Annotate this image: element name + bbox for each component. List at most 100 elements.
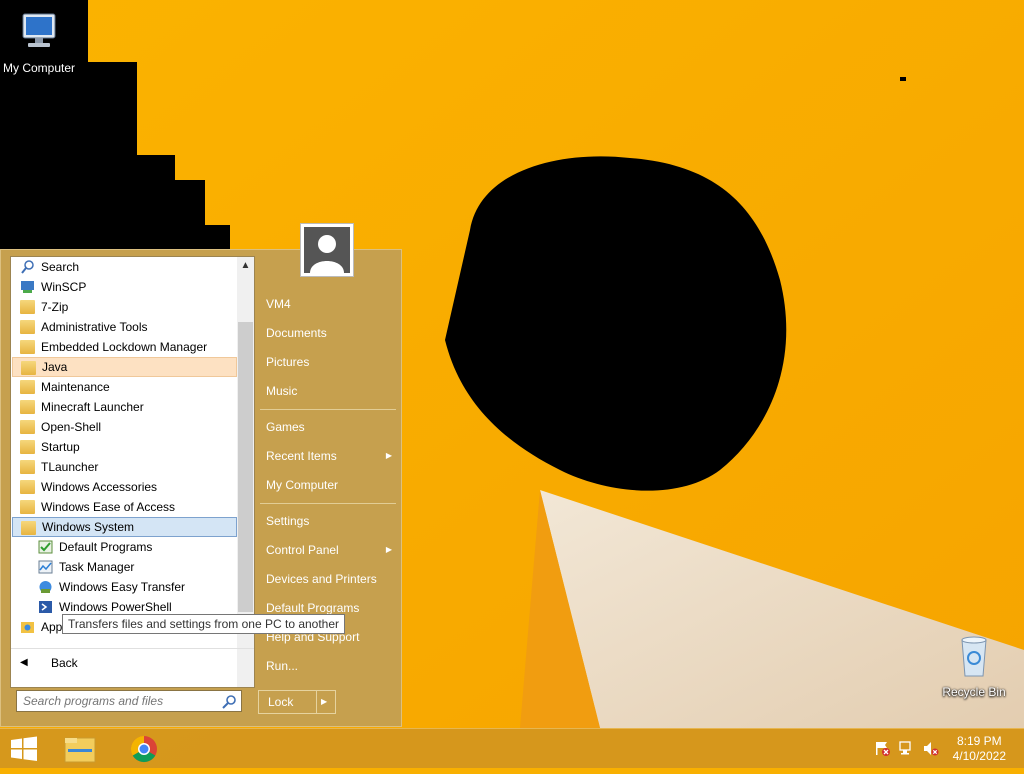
program-item-embedded-lockdown-manager[interactable]: Embedded Lockdown Manager [12,337,237,357]
action-center-flag-icon[interactable] [874,740,891,757]
search-programs-input[interactable] [16,690,242,712]
right-pane-label: Settings [266,514,310,528]
program-item-windows-ease-of-access[interactable]: Windows Ease of Access [12,497,237,517]
folder-icon [20,480,35,494]
my-computer-desktop-icon[interactable]: My Computer [0,8,82,75]
right-pane-my-computer[interactable]: My Computer [258,472,398,498]
tooltip: Transfers files and settings from one PC… [62,614,346,634]
program-item-windows-accessories[interactable]: Windows Accessories [12,477,237,497]
program-item-tlauncher[interactable]: TLauncher [12,457,237,477]
program-item-windows-system[interactable]: Windows System [12,517,237,537]
scrollbar-thumb[interactable] [238,322,253,612]
windows-start-icon [11,736,37,761]
user-avatar[interactable] [300,223,354,277]
right-pane-label: Pictures [266,355,310,369]
program-item-windows-easy-transfer[interactable]: Windows Easy Transfer [12,577,237,597]
right-pane-label: My Computer [266,478,339,492]
program-item-task-manager[interactable]: Task Manager [12,557,237,577]
program-label: Task Manager [59,560,135,574]
lock-button[interactable]: Lock ▶ [258,690,336,714]
right-pane-label: Documents [266,326,327,340]
program-label: Minecraft Launcher [41,400,144,414]
folder-icon [21,521,36,535]
right-pane-recent-items[interactable]: Recent Items ▶ [258,443,398,469]
search-icon[interactable] [221,694,237,710]
program-label: Embedded Lockdown Manager [41,340,208,354]
program-label: Maintenance [41,380,110,394]
program-item-default-programs[interactable]: Default Programs [12,537,237,557]
back-arrow-icon: ◀ [20,657,28,668]
file-explorer-button[interactable] [56,729,104,769]
program-item-maintenance[interactable]: Maintenance [12,377,237,397]
program-item-java[interactable]: Java [12,357,237,377]
powershell-icon [39,601,52,613]
taskbar: 8:19 PM 4/10/2022 [0,728,1024,768]
program-item-winscp[interactable]: WinSCP [12,277,237,297]
folder-icon [20,440,35,454]
submenu-arrow-icon: ▶ [385,451,392,460]
folder-icon [20,340,35,354]
right-pane-vm4[interactable]: VM4 [258,291,398,317]
easy-transfer-icon [39,581,52,593]
right-pane-documents[interactable]: Documents [258,320,398,346]
program-item-minecraft-launcher[interactable]: Minecraft Launcher [12,397,237,417]
program-label: WinSCP [41,280,87,294]
volume-muted-icon[interactable] [922,740,939,757]
taskbar-clock[interactable]: 8:19 PM 4/10/2022 [953,734,1006,764]
program-item-7zip[interactable]: 7-Zip [12,297,237,317]
back-label: Back [51,656,78,670]
folder-icon [20,380,35,394]
lock-options-arrow-icon[interactable]: ▶ [321,691,327,713]
right-pane-label: VM4 [266,297,291,311]
folder-icon [20,460,35,474]
winscp-icon [21,281,34,293]
right-pane-label: Devices and Printers [266,572,377,586]
right-pane-control-panel[interactable]: Control Panel ▶ [258,537,398,563]
scroll-up-arrow-icon[interactable]: ▲ [237,257,254,274]
right-pane-music[interactable]: Music [258,378,398,404]
right-pane-label: Default Programs [266,601,360,615]
lock-label: Lock [268,695,294,709]
folder-icon [20,320,35,334]
right-pane-run[interactable]: Run... [258,653,398,679]
program-label: Windows System [42,520,135,534]
start-button[interactable] [0,729,48,769]
right-pane-devices-and-printers[interactable]: Devices and Printers [258,566,398,592]
folder-icon [20,300,35,314]
chrome-icon [130,735,157,763]
right-pane-pictures[interactable]: Pictures [258,349,398,375]
right-pane-label: Recent Items [266,449,337,463]
default-programs-icon [38,540,53,554]
right-pane-label: Games [266,420,305,434]
lock-divider [316,691,317,713]
program-label: 7-Zip [41,300,69,314]
search-icon [21,260,34,274]
my-computer-label: My Computer [2,61,76,75]
right-pane-separator [260,409,396,410]
right-pane-games[interactable]: Games [258,414,398,440]
right-pane-label: Control Panel [266,543,339,557]
clock-time: 8:19 PM [956,734,1002,748]
task-manager-icon [38,560,53,574]
program-label: Administrative Tools [41,320,148,334]
recycle-bin-desktop-icon[interactable]: Recycle Bin [931,632,1017,699]
folder-icon [21,361,36,375]
program-label: Windows PowerShell [59,600,172,614]
folder-icon [20,420,35,434]
program-label: Windows Accessories [41,480,158,494]
right-pane-label: Run... [266,659,299,673]
program-item-open-shell[interactable]: Open-Shell [12,417,237,437]
program-item-search[interactable]: Search [12,257,237,277]
right-pane-separator [260,503,396,504]
network-icon[interactable] [898,740,915,757]
chrome-button[interactable] [120,729,168,769]
program-list: Search WinSCP 7-Zip Administrative Tools… [11,257,237,637]
program-item-startup[interactable]: Startup [12,437,237,457]
program-label: Windows Ease of Access [41,500,176,514]
program-label: TLauncher [41,460,99,474]
program-item-administrative-tools[interactable]: Administrative Tools [12,317,237,337]
apps-icon [21,622,34,633]
back-button[interactable]: ◀ Back [11,648,254,677]
program-label: Open-Shell [41,420,102,434]
right-pane-settings[interactable]: Settings [258,508,398,534]
